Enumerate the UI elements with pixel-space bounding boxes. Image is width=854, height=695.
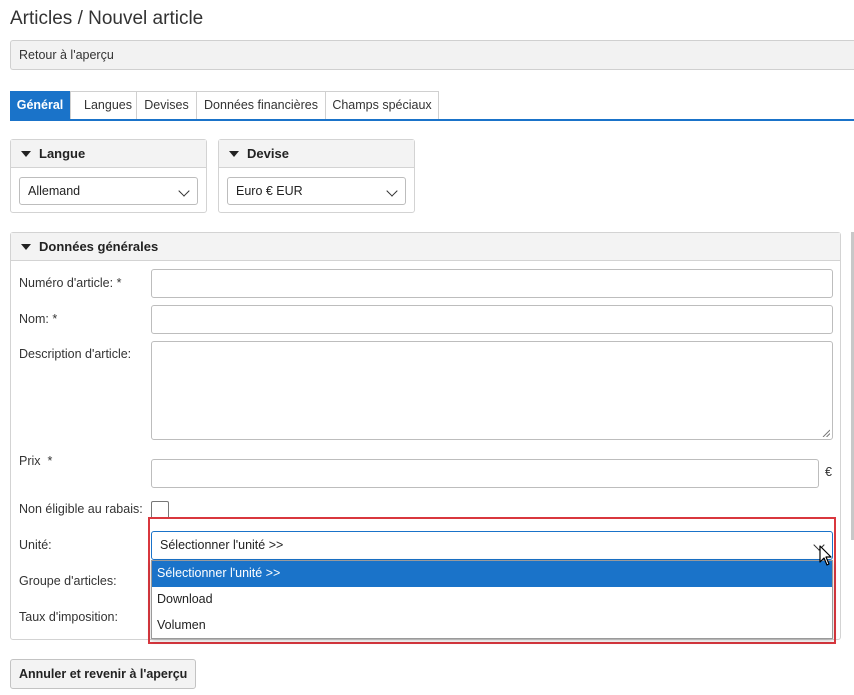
page-title: Articles / Nouvel article: [10, 8, 204, 29]
language-panel-header[interactable]: Langue: [11, 140, 206, 168]
language-panel-title: Langue: [39, 146, 86, 161]
unit-option[interactable]: Volumen: [152, 613, 832, 639]
required-asterisk: *: [52, 312, 58, 326]
caret-down-icon: [21, 244, 31, 250]
tab-special-fields[interactable]: Champs spéciaux: [325, 91, 439, 119]
tax-rate-label: Taux d'imposition:: [19, 610, 118, 624]
no-discount-label: Non éligible au rabais:: [19, 502, 143, 516]
cancel-return-button[interactable]: Annuler et revenir à l'aperçu: [10, 659, 197, 689]
caret-down-icon: [21, 151, 31, 157]
name-input[interactable]: [151, 305, 833, 334]
unit-option[interactable]: Sélectionner l'unité >>: [152, 561, 832, 587]
mouse-cursor-icon: [819, 545, 832, 566]
required-asterisk: *: [47, 454, 53, 468]
unit-dropdown-list: Sélectionner l'unité >> Download Volumen: [151, 560, 833, 639]
general-data-panel-title: Données générales: [39, 239, 159, 254]
price-input[interactable]: [151, 459, 819, 488]
currency-panel-title: Devise: [247, 146, 289, 161]
currency-panel-header[interactable]: Devise: [219, 140, 414, 168]
article-group-label: Groupe d'articles:: [19, 574, 117, 588]
unit-select[interactable]: Sélectionner l'unité >>: [151, 531, 833, 560]
caret-down-icon: [229, 151, 239, 157]
unit-option[interactable]: Download: [152, 587, 832, 613]
euro-suffix: €: [825, 465, 832, 479]
chevron-down-icon: [178, 185, 190, 197]
currency-select-value: Euro € EUR: [236, 184, 303, 198]
article-number-input[interactable]: [151, 269, 833, 298]
name-label: Nom: *: [19, 312, 58, 326]
required-asterisk: *: [116, 276, 122, 290]
tab-bar: Général Langues Devises Données financiè…: [10, 91, 854, 121]
currency-panel: Devise Euro € EUR: [218, 139, 415, 213]
article-number-label: Numéro d'article: *: [19, 276, 122, 290]
description-textarea[interactable]: [151, 341, 833, 440]
general-data-panel-header[interactable]: Données générales: [11, 233, 840, 261]
language-panel: Langue Allemand: [10, 139, 207, 213]
price-label: Prix *: [19, 454, 53, 468]
tab-languages[interactable]: Langues: [70, 91, 146, 119]
tab-financial-data[interactable]: Données financières: [196, 91, 326, 119]
unit-select-value: Sélectionner l'unité >>: [160, 538, 284, 552]
language-select-value: Allemand: [28, 184, 81, 198]
currency-select[interactable]: Euro € EUR: [227, 177, 406, 205]
language-select[interactable]: Allemand: [19, 177, 198, 205]
resize-grip-icon[interactable]: [822, 429, 830, 437]
back-to-overview-link[interactable]: Retour à l'aperçu: [10, 40, 854, 70]
chevron-down-icon: [386, 185, 398, 197]
tab-general[interactable]: Général: [10, 91, 70, 119]
tab-currencies[interactable]: Devises: [136, 91, 197, 119]
unit-label: Unité:: [19, 538, 52, 552]
description-label: Description d'article:: [19, 347, 132, 361]
